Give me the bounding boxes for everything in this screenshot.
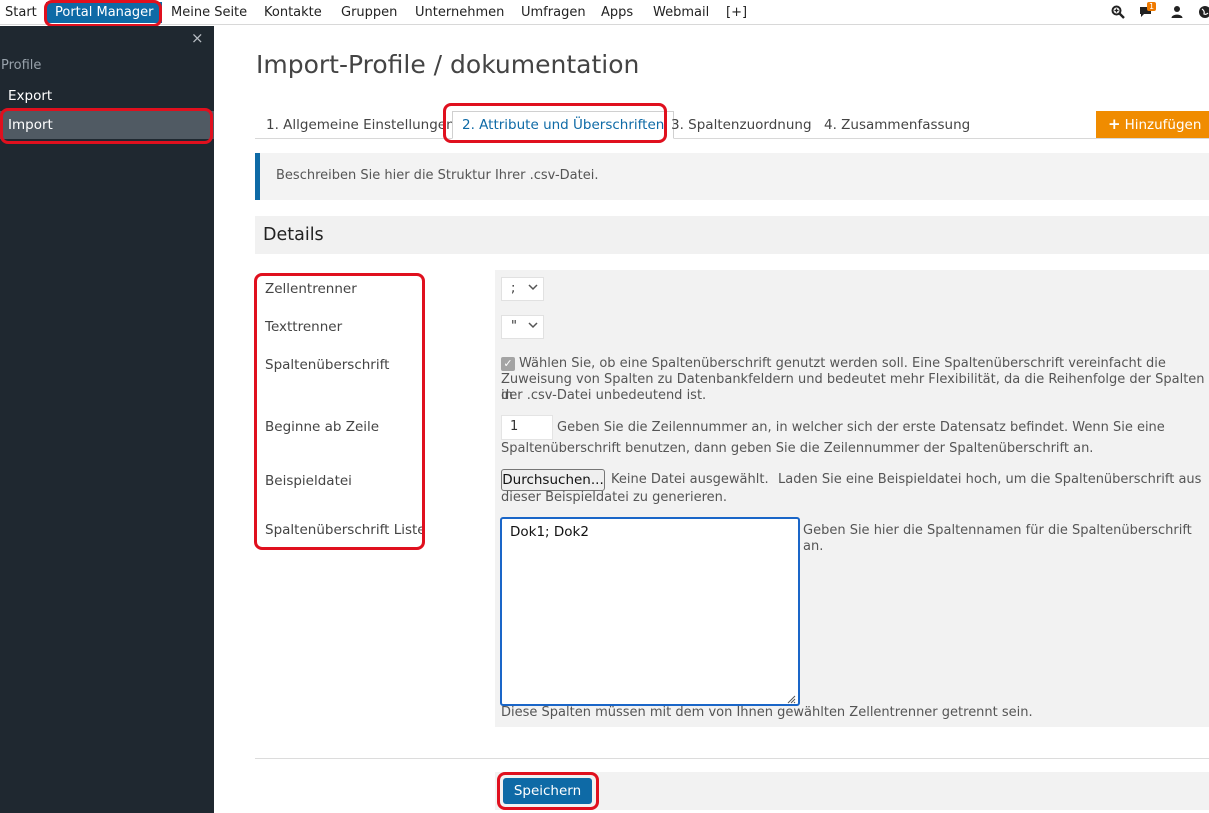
nav-apps[interactable]: Apps [601,0,633,25]
label-texttrenner: Texttrenner [265,319,343,335]
tab-attribute-ueberschriften[interactable]: 2. Attribute und Überschriften [452,111,675,139]
resize-grip-icon[interactable] [786,692,796,704]
start-row-help-1: Geben Sie die Zeilennummer an, in welche… [557,420,1165,435]
add-button-label: Hinzufügen [1124,117,1202,133]
zellentrenner-select[interactable]: ; [501,277,544,301]
chat-icon[interactable]: 1 [1139,2,1157,19]
info-text: Beschreiben Sie hier die Struktur Ihrer … [276,168,599,183]
start-row-input[interactable]: 1 [501,415,553,440]
nav-add-more[interactable]: [+] [726,0,747,25]
nav-start[interactable]: Start [5,0,37,25]
file-status: Keine Datei ausgewählt. [611,472,769,487]
sidebar-item-label: Import [8,117,53,133]
top-navigation: Start Portal Manager Meine Seite Kontakt… [0,0,1209,25]
column-headers-help: Geben Sie hier die Spaltennamen für die … [803,523,1192,554]
label-beispieldatei: Beispieldatei [265,473,352,489]
nav-kontakte[interactable]: Kontakte [264,0,322,25]
tab-spaltenzuordnung[interactable]: 3. Spaltenzuordnung [671,111,812,139]
nav-meine-seite[interactable]: Meine Seite [171,0,247,25]
divider [255,758,1209,759]
spaltenueberschrift-help-1: Wählen Sie, ob eine Spaltenüberschrift g… [519,356,1166,371]
details-title: Details [263,225,324,245]
tab-zusammenfassung[interactable]: 4. Zusammenfassung [824,111,970,139]
zellentrenner-value: ; [511,281,516,296]
column-headers-note: Diese Spalten müssen mit dem von Ihnen g… [501,705,1033,720]
file-help-2: dieser Beispieldatei zu generieren. [501,490,728,505]
nav-umfragen[interactable]: Umfragen [521,0,586,25]
browse-file-button[interactable]: Durchsuchen... [501,469,605,491]
user-icon[interactable] [1170,5,1184,19]
sidebar: × Profile Export Import [0,26,214,813]
tab-allgemeine-einstellungen[interactable]: 1. Allgemeine Einstellungen [266,111,455,139]
chevron-down-icon [528,280,538,297]
search-plus-icon[interactable] [1111,5,1125,19]
start-row-help-2: Spaltenüberschrift benutzen, dann geben … [501,441,1094,456]
column-headers-textarea[interactable]: Dok1; Dok2 [500,517,800,706]
label-spaltenueberschrift: Spaltenüberschrift [265,357,390,373]
form-footer [495,772,1209,810]
sidebar-item-import[interactable]: Import [0,111,214,139]
tab-bar: 1. Allgemeine Einstellungen 2. Attribute… [255,111,1209,139]
label-spaltenueberschrift-liste: Spaltenüberschrift Liste [265,522,426,538]
nav-portal-manager[interactable]: Portal Manager [46,2,163,23]
sidebar-section-profile: Profile [1,58,42,73]
page-title: Import-Profile / dokumentation [256,50,640,79]
sidebar-item-label: Export [8,88,53,104]
plus-icon: + [1108,115,1121,133]
add-button[interactable]: + Hinzufügen [1096,111,1209,138]
sidebar-item-export[interactable]: Export [0,82,214,110]
spaltenueberschrift-help-3: der .csv-Datei unbedeutend ist. [501,388,707,403]
nav-unternehmen[interactable]: Unternehmen [415,0,504,25]
highlight-ring-labels [254,273,425,550]
save-button[interactable]: Speichern [503,778,592,804]
label-beginne-ab-zeile: Beginne ab Zeile [265,419,380,435]
close-icon[interactable]: × [191,29,204,47]
file-help-1: Laden Sie eine Beispieldatei hoch, um di… [778,472,1202,487]
chat-badge: 1 [1147,2,1157,11]
details-header: Details [255,216,1209,254]
nav-gruppen[interactable]: Gruppen [341,0,397,25]
globe-icon[interactable] [1198,5,1209,19]
label-zellentrenner: Zellentrenner [265,281,357,297]
column-headers-value: Dok1; Dok2 [510,524,589,540]
info-box: Beschreiben Sie hier die Struktur Ihrer … [255,153,1209,200]
texttrenner-select[interactable]: " [501,315,544,339]
nav-webmail[interactable]: Webmail [653,0,709,25]
chevron-down-icon [528,318,538,335]
spaltenueberschrift-checkbox[interactable]: ✓ [501,357,515,371]
texttrenner-value: " [511,319,517,334]
